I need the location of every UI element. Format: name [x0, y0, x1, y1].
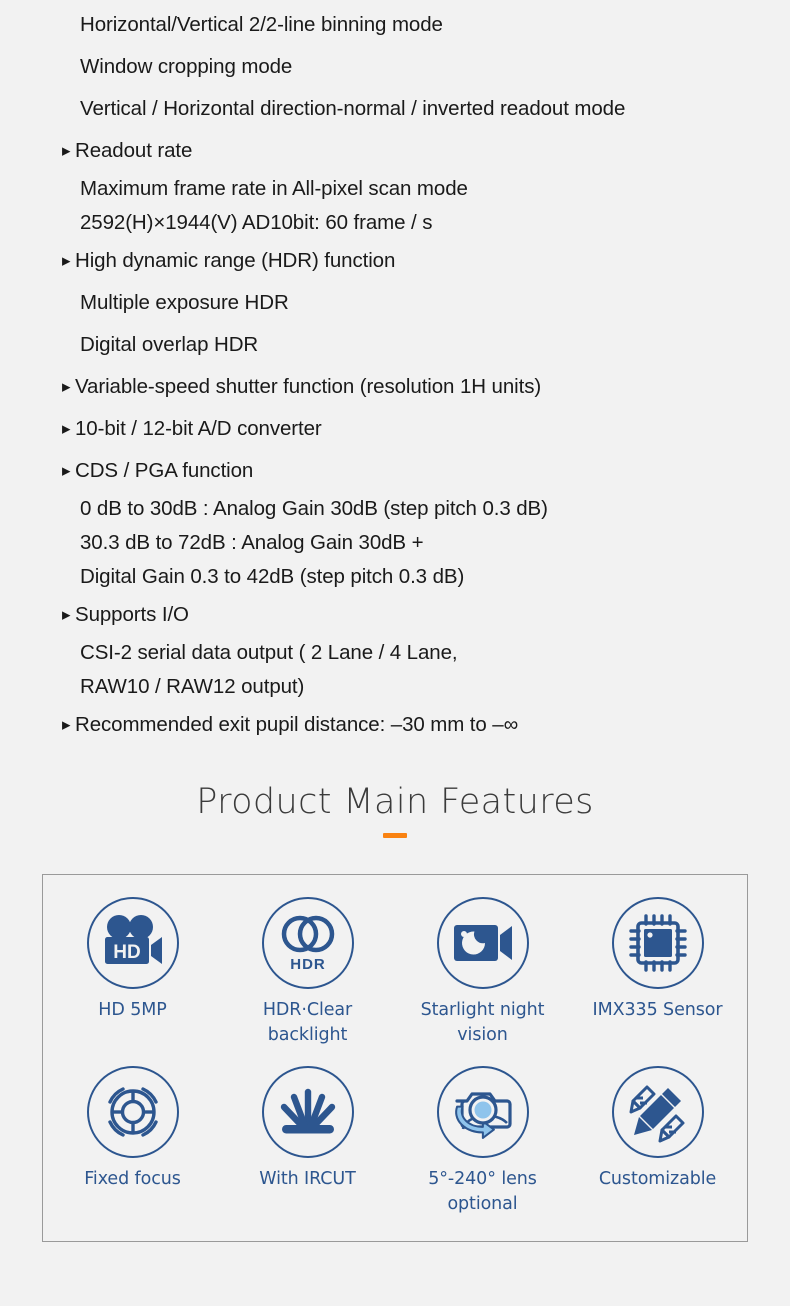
- product-spec-page: Horizontal/Vertical 2/2-line binning mod…: [0, 0, 790, 1306]
- microchip-icon: [611, 897, 704, 989]
- spec-sub-item: RAW10 / RAW12 output): [80, 675, 305, 698]
- spec-bullet-item: Recommended exit pupil distance: –30 mm …: [62, 704, 770, 746]
- feature-label: HDR·Clear backlight: [262, 1000, 353, 1045]
- feature-label: Customizable: [598, 1169, 717, 1189]
- spec-sub-item: 0 dB to 30dB : Analog Gain 30dB (step pi…: [80, 497, 548, 520]
- spec-bullet-item: High dynamic range (HDR) function: [62, 240, 770, 282]
- svg-text:HD: HD: [113, 942, 140, 963]
- feature-item[interactable]: HD HD 5MP: [45, 883, 220, 1060]
- spec-bullet-item: Supports I/O: [62, 594, 770, 636]
- feature-label: Fixed focus: [84, 1169, 181, 1189]
- hd-camcorder-icon: HD: [86, 897, 179, 989]
- spec-sub-item: Digital Gain 0.3 to 42dB (step pitch 0.3…: [80, 565, 465, 588]
- svg-text:HDR: HDR: [290, 956, 326, 973]
- hdr-overlapping-circles-icon: HDR: [261, 897, 354, 989]
- feature-item[interactable]: Starlight night vision: [395, 883, 570, 1060]
- page-title: Product Main Features: [196, 782, 594, 822]
- feature-label: IMX335 Sensor: [592, 1000, 723, 1020]
- spec-bullet-item: CDS / PGA function: [62, 450, 770, 492]
- spec-sub-item: Multiple exposure HDR: [80, 291, 289, 314]
- title-accent-bar: [383, 833, 407, 838]
- feature-item[interactable]: 5°-240° lens optional: [395, 1060, 570, 1237]
- spec-sub-item: Digital overlap HDR: [80, 333, 259, 356]
- feature-label: HD 5MP: [98, 1000, 167, 1020]
- feature-grid-box: HD HD 5MP HDR HDR·Clear backlight Starli…: [42, 874, 748, 1242]
- spec-bullet-item: 10-bit / 12-bit A/D converter: [62, 408, 770, 450]
- spec-sub-item: 2592(H)×1944(V) AD10bit: 60 frame / s: [80, 211, 433, 234]
- feature-item[interactable]: Fixed focus: [45, 1060, 220, 1237]
- feature-item[interactable]: Customizable: [570, 1060, 745, 1237]
- focus-lens-ring-icon: [86, 1066, 179, 1158]
- feature-item[interactable]: IMX335 Sensor: [570, 883, 745, 1060]
- spec-sub-item: 30.3 dB to 72dB : Analog Gain 30dB +: [80, 531, 424, 554]
- sunburst-rays-icon: [261, 1066, 354, 1158]
- spec-bullet-item: Readout rate: [62, 130, 770, 172]
- feature-grid: HD HD 5MP HDR HDR·Clear backlight Starli…: [43, 875, 747, 1241]
- specification-list: Horizontal/Vertical 2/2-line binning mod…: [0, 0, 790, 746]
- feature-item[interactable]: HDR HDR·Clear backlight: [220, 883, 395, 1060]
- feature-label: 5°-240° lens optional: [428, 1169, 537, 1214]
- spec-sub-item: Vertical / Horizontal direction-normal /…: [80, 97, 626, 120]
- camera-rotate-lens-icon: [436, 1066, 529, 1158]
- spec-sub-item: CSI-2 serial data output ( 2 Lane / 4 La…: [80, 641, 458, 664]
- spec-sub-item: Horizontal/Vertical 2/2-line binning mod…: [80, 13, 443, 36]
- spec-sub-item: Maximum frame rate in All-pixel scan mod…: [80, 177, 468, 200]
- feature-item[interactable]: With IRCUT: [220, 1060, 395, 1237]
- spec-sub-item: Window cropping mode: [80, 55, 293, 78]
- spec-bullet-item: Variable-speed shutter function (resolut…: [62, 366, 770, 408]
- pencil-edit-icon: [611, 1066, 704, 1158]
- feature-label: Starlight night vision: [420, 1000, 545, 1045]
- feature-label: With IRCUT: [259, 1169, 356, 1189]
- night-vision-camera-icon: [436, 897, 529, 989]
- section-heading: Product Main Features: [0, 776, 790, 838]
